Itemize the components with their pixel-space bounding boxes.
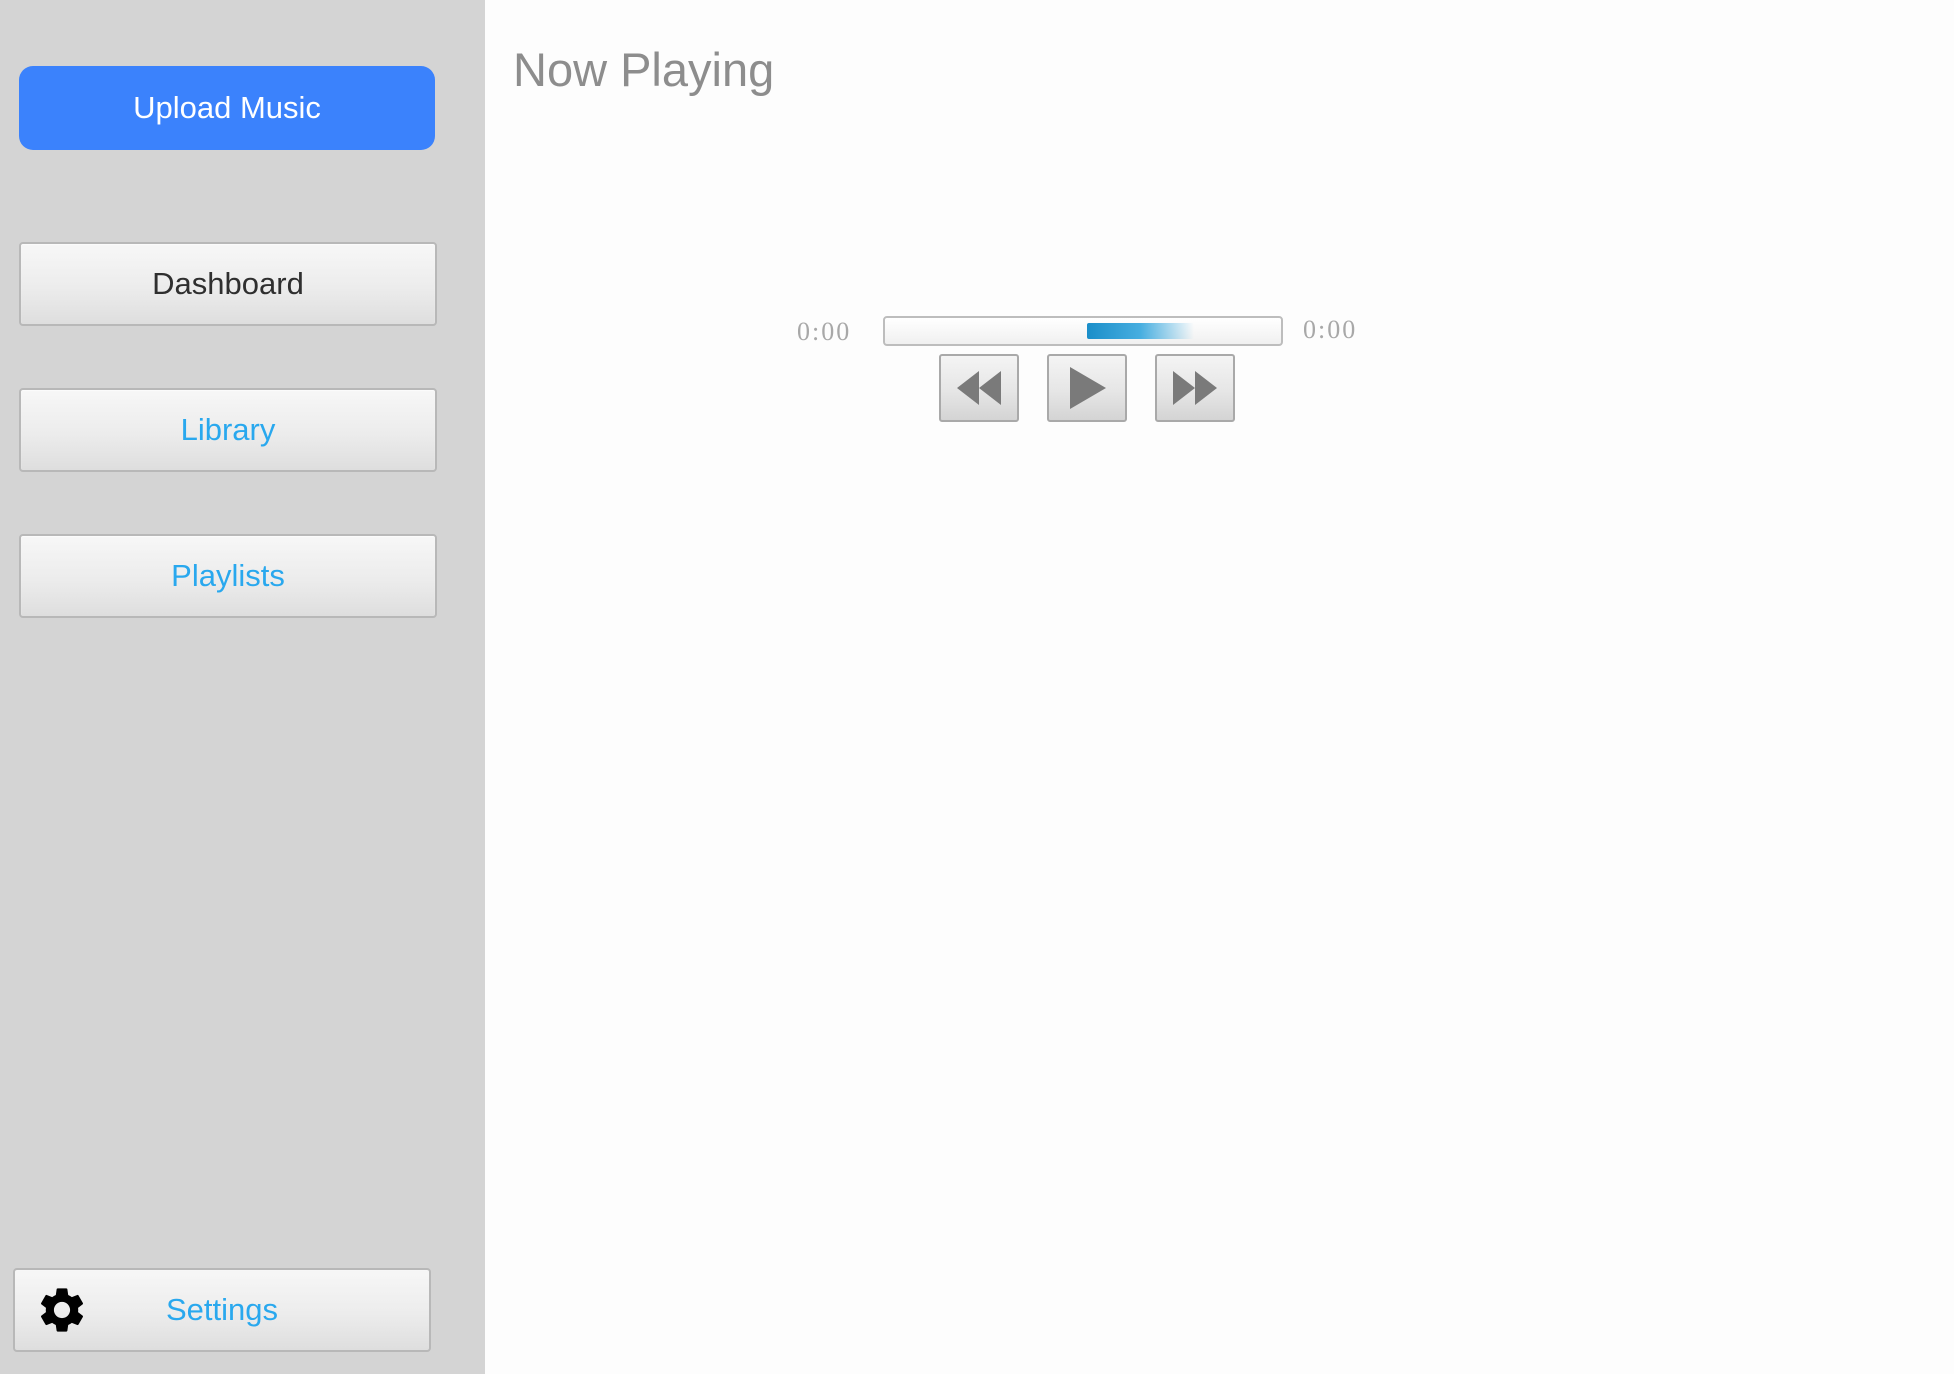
sidebar-item-playlists[interactable]: Playlists [19, 534, 437, 618]
progress-bar[interactable] [883, 316, 1283, 346]
upload-music-button[interactable]: Upload Music [19, 66, 435, 150]
sidebar-item-label: Library [180, 412, 276, 447]
sidebar-item-dashboard[interactable]: Dashboard [19, 242, 437, 326]
fast-forward-icon [1173, 371, 1217, 405]
settings-button[interactable]: Settings [13, 1268, 431, 1352]
progress-fill [1086, 323, 1194, 339]
page-title: Now Playing [513, 43, 775, 96]
sidebar-item-label: Dashboard [152, 266, 304, 301]
sidebar: Upload Music Dashboard Library Playlists… [0, 0, 485, 1374]
upload-music-label: Upload Music [133, 90, 321, 125]
fast-forward-button[interactable] [1155, 354, 1235, 422]
rewind-button[interactable] [939, 354, 1019, 422]
main-content: Now Playing 0:00 0:00 [485, 0, 1954, 1374]
play-button[interactable] [1047, 354, 1127, 422]
play-icon [1070, 367, 1106, 409]
app-window: Upload Music Dashboard Library Playlists… [0, 0, 1954, 1374]
gear-icon [40, 1288, 84, 1332]
sidebar-item-label: Playlists [171, 558, 285, 593]
elapsed-time: 0:00 [797, 317, 852, 346]
sidebar-item-library[interactable]: Library [19, 388, 437, 472]
rewind-icon [957, 371, 1001, 405]
total-time: 0:00 [1303, 315, 1358, 344]
